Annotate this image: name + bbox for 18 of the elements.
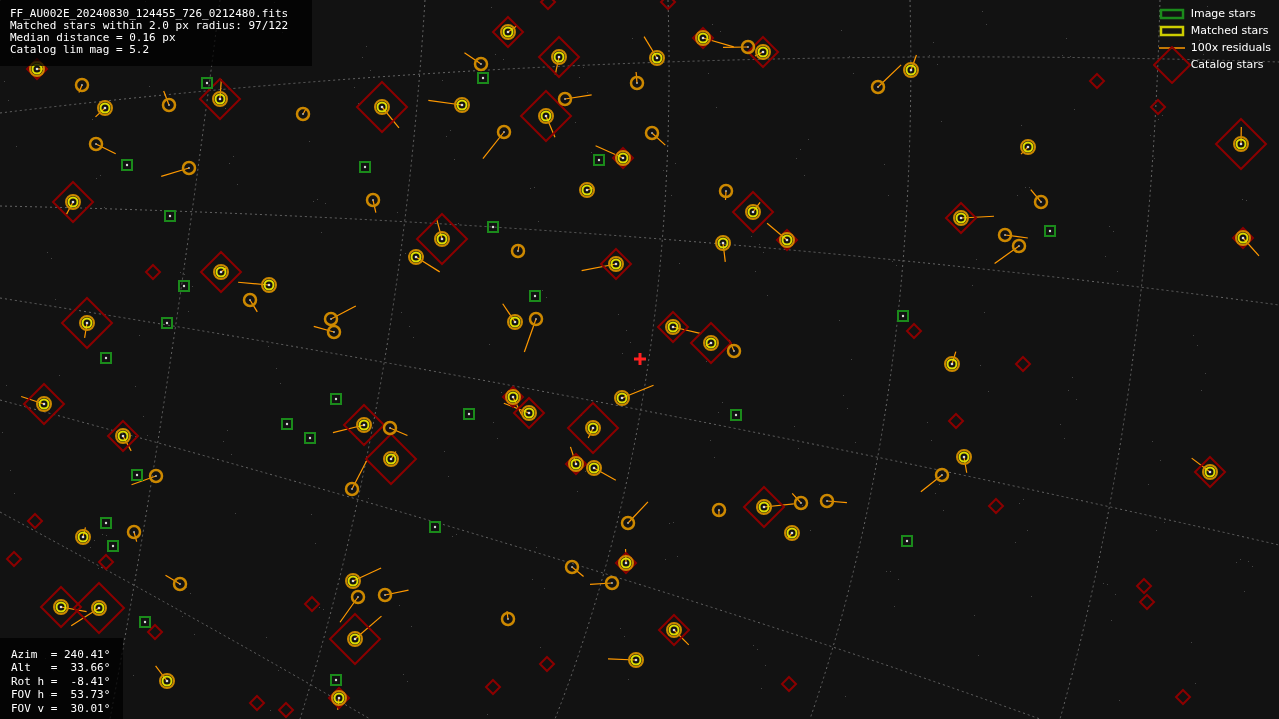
pointing-text: FOV v = 30.01° [11, 701, 112, 715]
info-text: Median distance = 0.16 px [10, 32, 177, 44]
residual-legend-icon [1158, 45, 1185, 50]
info-text: Matched stars within 2.0 px radius: 97/122 [10, 20, 290, 32]
info-text: FF_AU002E_20240830_124455_726_0212480.fits [10, 8, 290, 20]
legend-label: Matched stars [1190, 24, 1269, 37]
image-star-legend-icon [1158, 7, 1185, 20]
info-text: Catalog lim mag = 5.2 [10, 44, 151, 56]
legend-label: 100x residuals [1190, 41, 1271, 54]
center-cross-icon [632, 351, 648, 367]
pointing-text: Rot h = -8.41° [11, 674, 112, 688]
matched-star-legend-icon [1158, 24, 1185, 37]
pointing-text: Azim = 240.41° [11, 647, 112, 661]
catalog-star-legend-icon [1152, 45, 1191, 84]
legend-label: Catalog stars [1190, 58, 1264, 71]
pointing-text: FOV h = 53.73° [11, 688, 112, 702]
pointing-text: Alt = 33.66° [11, 661, 112, 675]
legend-label: Image stars [1190, 7, 1256, 20]
